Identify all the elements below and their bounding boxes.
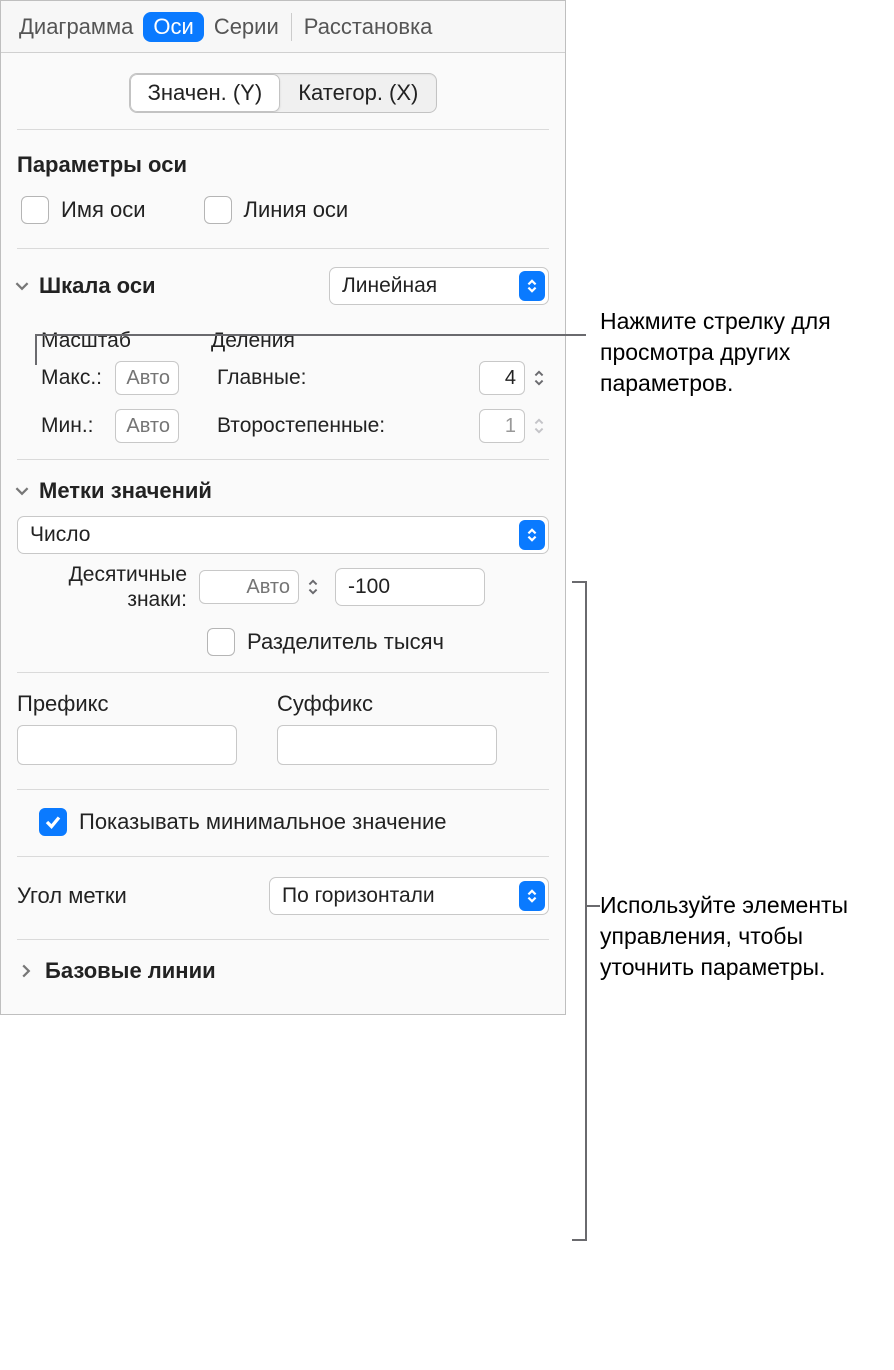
- value-format-value: Число: [30, 523, 90, 547]
- thousands-sep-checkbox[interactable]: [207, 628, 235, 656]
- scale-type-select[interactable]: Линейная: [329, 267, 549, 305]
- callout-line-bottom: [570, 580, 600, 1260]
- prefix-input[interactable]: [17, 725, 237, 765]
- tab-arrange[interactable]: Расстановка: [294, 10, 443, 44]
- chevron-right-icon[interactable]: [17, 962, 35, 980]
- segment-value-y[interactable]: Значен. (Y): [130, 74, 281, 112]
- negative-format-value: -100: [348, 575, 390, 599]
- label-angle-value: По горизонтали: [282, 884, 435, 908]
- show-min-label: Показывать минимальное значение: [79, 809, 447, 835]
- axis-name-label: Имя оси: [61, 197, 146, 223]
- value-labels-title: Метки значений: [39, 478, 212, 504]
- callout-line-top: [26, 325, 596, 375]
- tab-separator: [291, 13, 292, 41]
- tab-chart[interactable]: Диаграмма: [9, 10, 143, 44]
- tab-axes[interactable]: Оси: [143, 12, 203, 42]
- chevron-down-icon[interactable]: [13, 277, 31, 295]
- minor-label: Второстепенные:: [217, 414, 385, 438]
- axis-line-label: Линия оси: [244, 197, 349, 223]
- inspector-panel: Диаграмма Оси Серии Расстановка Значен. …: [0, 0, 566, 1015]
- decimals-stepper[interactable]: [303, 571, 323, 603]
- decimals-label: Десятичные знаки:: [17, 562, 187, 612]
- segment-category-x[interactable]: Категор. (X): [280, 74, 436, 112]
- min-label: Мин.:: [41, 414, 107, 438]
- suffix-label: Суффикс: [277, 691, 497, 717]
- axis-scale-title: Шкала оси: [39, 273, 156, 299]
- prefix-label: Префикс: [17, 691, 237, 717]
- label-angle-select[interactable]: По горизонтали: [269, 877, 549, 915]
- show-min-checkbox[interactable]: [39, 808, 67, 836]
- value-format-select[interactable]: Число: [17, 516, 549, 554]
- inspector-tabs: Диаграмма Оси Серии Расстановка: [1, 1, 565, 53]
- negative-format-select[interactable]: -100: [335, 568, 485, 606]
- select-arrows-icon: [451, 575, 481, 599]
- minor-input[interactable]: [479, 409, 525, 443]
- callout-bottom: Используйте элементы управления, чтобы у…: [600, 890, 894, 983]
- select-arrows-icon: [519, 881, 545, 911]
- label-angle-label: Угол метки: [17, 883, 127, 909]
- axis-options-title: Параметры оси: [13, 130, 553, 192]
- select-arrows-icon: [519, 271, 545, 301]
- chevron-down-icon[interactable]: [13, 482, 31, 500]
- scale-type-value: Линейная: [342, 274, 437, 298]
- axis-segmented-control: Значен. (Y) Категор. (X): [129, 73, 438, 113]
- min-input[interactable]: [115, 409, 179, 443]
- axis-name-checkbox[interactable]: [21, 196, 49, 224]
- baselines-title: Базовые линии: [45, 958, 216, 984]
- tab-series[interactable]: Серии: [204, 10, 289, 44]
- minor-stepper[interactable]: [529, 410, 549, 442]
- suffix-input[interactable]: [277, 725, 497, 765]
- thousands-sep-label: Разделитель тысяч: [247, 629, 444, 655]
- decimals-input[interactable]: [199, 570, 299, 604]
- callout-top: Нажмите стрелку для просмотра других пар…: [600, 306, 894, 399]
- select-arrows-icon: [519, 520, 545, 550]
- axis-line-checkbox[interactable]: [204, 196, 232, 224]
